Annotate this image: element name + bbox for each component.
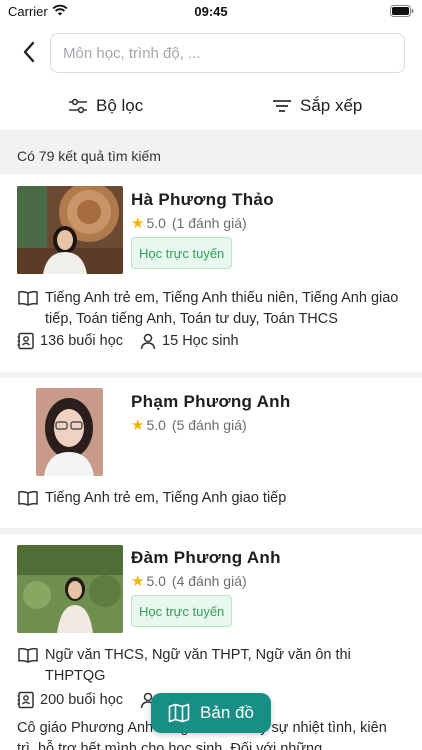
sort-label: Sắp xếp (300, 96, 363, 115)
review-count: (4 đánh giá) (171, 573, 247, 589)
tutor-avatar (17, 545, 123, 633)
tutor-card[interactable]: Hà Phương Thảo ★ 5.0 (1 đánh giá) Học tr… (0, 174, 422, 372)
sessions-text: 200 buổi học (40, 692, 124, 708)
review-count: (1 đánh giá) (171, 215, 247, 231)
result-count-text: Có 79 kết quả tìm kiếm (17, 148, 161, 164)
result-count-bar: Có 79 kết quả tìm kiếm (0, 130, 422, 174)
map-icon (168, 703, 190, 723)
status-time: 09:45 (194, 4, 228, 19)
tutor-avatar (36, 388, 103, 476)
filter-label: Bộ lọc (96, 96, 144, 115)
star-icon: ★ (131, 416, 145, 434)
students-stat: 15 Học sinh (139, 332, 239, 350)
filter-button[interactable]: Bộ lọc (68, 92, 143, 120)
tutor-name: Phạm Phương Anh (131, 392, 291, 411)
students-text: 15 Học sinh (162, 333, 239, 349)
tutor-stats: 136 buổi học 15 Học sinh (17, 330, 255, 352)
tutor-rating: ★ 5.0 (1 đánh giá) (131, 215, 247, 231)
star-icon: ★ (131, 572, 145, 590)
map-button[interactable]: Bản đồ (151, 693, 271, 733)
book-icon (18, 490, 38, 506)
tutor-stats: 200 buổi học (17, 689, 173, 711)
tutor-rating: ★ 5.0 (4 đánh giá) (131, 573, 247, 589)
rating-value: 5.0 (146, 573, 166, 589)
tutor-name: Đàm Phương Anh (131, 548, 281, 567)
status-bar: Carrier 09:45 (0, 0, 422, 24)
tutor-rating: ★ 5.0 (5 đánh giá) (131, 417, 247, 433)
online-badge: Học trực tuyến (131, 595, 233, 627)
tutor-card[interactable]: Phạm Phương Anh ★ 5.0 (5 đánh giá) Tiếng… (0, 378, 422, 528)
search-box (50, 33, 405, 73)
sessions-stat: 200 buổi học (17, 691, 123, 709)
subjects-text: Ngữ văn THCS, Ngữ văn THPT, Ngữ văn ôn t… (45, 647, 351, 684)
online-badge: Học trực tuyến (131, 237, 233, 269)
book-icon (18, 647, 38, 663)
search-input[interactable] (51, 34, 404, 72)
filter-sort-row: Bộ lọc Sắp xếp (0, 84, 422, 128)
tutor-name: Hà Phương Thảo (131, 190, 274, 209)
tutor-subjects: Tiếng Anh trẻ em, Tiếng Anh giao tiếp (17, 488, 407, 509)
sessions-text: 136 buổi học (40, 333, 124, 349)
search-bar-row (0, 28, 422, 80)
book-icon (18, 290, 38, 306)
map-button-label: Bản đồ (200, 703, 254, 722)
tutor-subjects: Tiếng Anh trẻ em, Tiếng Anh thiếu niên, … (17, 288, 407, 330)
tutor-avatar (17, 186, 123, 274)
sort-button[interactable]: Sắp xếp (272, 92, 362, 120)
subjects-text: Tiếng Anh trẻ em, Tiếng Anh thiếu niên, … (45, 290, 399, 327)
contact-book-icon (17, 332, 34, 350)
back-chevron-icon[interactable] (16, 39, 42, 65)
person-icon (140, 333, 156, 350)
star-icon: ★ (131, 214, 145, 232)
battery-icon (390, 5, 414, 17)
review-count: (5 đánh giá) (171, 417, 247, 433)
subjects-text: Tiếng Anh trẻ em, Tiếng Anh giao tiếp (45, 490, 287, 506)
sort-lines-icon (273, 100, 291, 112)
sliders-icon (69, 98, 87, 114)
sessions-stat: 136 buổi học (17, 332, 123, 350)
rating-value: 5.0 (146, 215, 166, 231)
contact-book-icon (17, 691, 34, 709)
rating-value: 5.0 (146, 417, 166, 433)
tutor-subjects: Ngữ văn THCS, Ngữ văn THPT, Ngữ văn ôn t… (17, 645, 407, 687)
